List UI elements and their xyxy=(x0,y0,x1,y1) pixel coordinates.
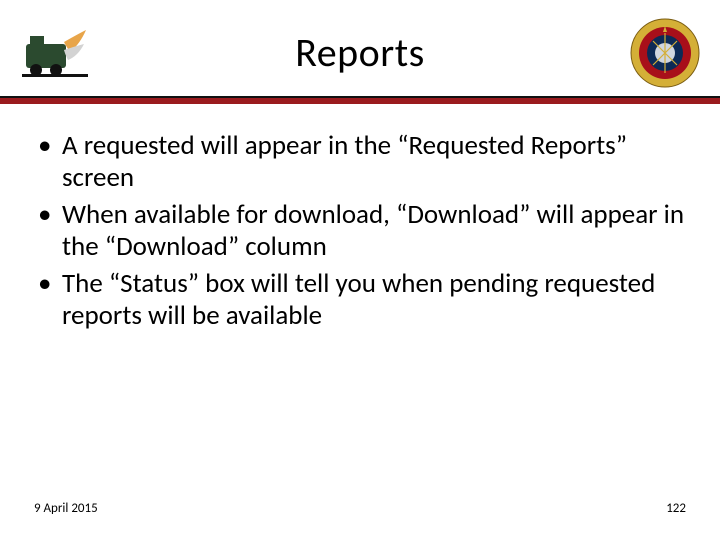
bullet-list: A requested will appear in the “Requeste… xyxy=(34,130,686,332)
footer-page-number: 122 xyxy=(666,501,686,516)
slide-header: Reports xyxy=(0,0,720,100)
footer-date: 9 April 2015 xyxy=(34,501,98,516)
slide-body: A requested will appear in the “Requeste… xyxy=(34,130,686,336)
usmc-seal-icon xyxy=(630,18,700,88)
bullet-item: A requested will appear in the “Requeste… xyxy=(34,130,686,195)
bullet-item: When available for download, “Download” … xyxy=(34,199,686,264)
bullet-item: The “Status” box will tell you when pend… xyxy=(34,268,686,333)
divider-red xyxy=(0,98,720,104)
slide: Reports A requested will appear in the “… xyxy=(0,0,720,540)
slide-title: Reports xyxy=(0,28,720,77)
